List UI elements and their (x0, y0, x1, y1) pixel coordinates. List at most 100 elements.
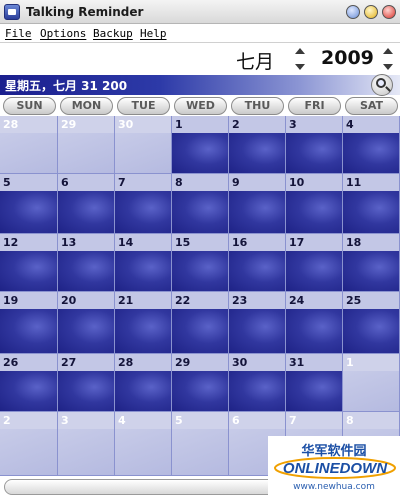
calendar-day-cell[interactable]: 5 (0, 174, 58, 234)
day-reminder-area[interactable] (172, 429, 228, 475)
day-reminder-area[interactable] (343, 309, 399, 353)
day-reminder-area[interactable] (229, 309, 285, 353)
calendar-day-cell[interactable]: 25 (343, 292, 400, 354)
day-reminder-area[interactable] (286, 191, 342, 233)
day-reminder-area[interactable] (0, 309, 57, 353)
year-up-arrow-icon[interactable] (383, 48, 393, 54)
calendar-day-cell[interactable]: 3 (58, 412, 115, 476)
calendar-day-cell[interactable]: 17 (286, 234, 343, 292)
year-spinner[interactable] (382, 48, 394, 70)
day-reminder-area[interactable] (58, 309, 114, 353)
calendar-day-cell[interactable]: 13 (58, 234, 115, 292)
close-button[interactable] (382, 5, 396, 19)
day-reminder-area[interactable] (58, 429, 114, 475)
calendar-day-cell[interactable]: 1 (172, 116, 229, 174)
calendar-day-cell[interactable]: 4 (115, 412, 172, 476)
zoom-button[interactable] (371, 74, 393, 96)
month-spinner[interactable] (294, 48, 306, 70)
day-reminder-area[interactable] (115, 309, 171, 353)
day-number: 14 (118, 236, 134, 249)
calendar-day-cell[interactable]: 30 (229, 354, 286, 412)
day-reminder-area[interactable] (115, 371, 171, 411)
horizontal-scrollbar[interactable] (4, 479, 304, 495)
day-reminder-area[interactable] (172, 191, 228, 233)
day-reminder-area[interactable] (58, 191, 114, 233)
day-reminder-area[interactable] (58, 251, 114, 291)
calendar-day-cell[interactable]: 28 (115, 354, 172, 412)
calendar-day-cell[interactable]: 9 (229, 174, 286, 234)
calendar-day-cell[interactable]: 6 (58, 174, 115, 234)
day-reminder-area[interactable] (115, 251, 171, 291)
day-reminder-area[interactable] (229, 251, 285, 291)
calendar-day-cell[interactable]: 12 (0, 234, 58, 292)
day-reminder-area[interactable] (343, 371, 399, 411)
day-reminder-area[interactable] (229, 371, 285, 411)
calendar-day-cell[interactable]: 29 (172, 354, 229, 412)
day-number: 26 (3, 356, 19, 369)
day-reminder-area[interactable] (172, 309, 228, 353)
day-reminder-area[interactable] (58, 371, 114, 411)
day-reminder-area[interactable] (172, 371, 228, 411)
calendar-day-cell[interactable]: 19 (0, 292, 58, 354)
calendar-day-cell[interactable]: 3 (286, 116, 343, 174)
maximize-button[interactable] (364, 5, 378, 19)
menu-options[interactable]: Options (40, 27, 86, 40)
calendar-day-cell[interactable]: 5 (172, 412, 229, 476)
calendar-day-cell[interactable]: 1 (343, 354, 400, 412)
calendar-day-cell[interactable]: 26 (0, 354, 58, 412)
calendar-day-cell[interactable]: 31 (286, 354, 343, 412)
day-number: 22 (175, 294, 191, 307)
menu-backup[interactable]: Backup (93, 27, 133, 40)
day-reminder-area[interactable] (115, 191, 171, 233)
menu-file[interactable]: File (5, 27, 32, 40)
calendar-day-cell[interactable]: 4 (343, 116, 400, 174)
day-number: 6 (232, 414, 240, 427)
day-reminder-area[interactable] (115, 429, 171, 475)
day-reminder-area[interactable] (286, 133, 342, 173)
day-reminder-area[interactable] (286, 309, 342, 353)
calendar-day-cell[interactable]: 15 (172, 234, 229, 292)
calendar-day-cell[interactable]: 16 (229, 234, 286, 292)
calendar-day-cell[interactable]: 21 (115, 292, 172, 354)
calendar-day-cell[interactable]: 23 (229, 292, 286, 354)
calendar-day-cell[interactable]: 7 (115, 174, 172, 234)
day-reminder-area[interactable] (343, 191, 399, 233)
day-reminder-area[interactable] (343, 251, 399, 291)
day-reminder-area[interactable] (115, 133, 171, 173)
calendar-day-cell[interactable]: 14 (115, 234, 172, 292)
calendar-day-cell[interactable]: 11 (343, 174, 400, 234)
calendar-day-cell[interactable]: 30 (115, 116, 172, 174)
day-reminder-area[interactable] (343, 133, 399, 173)
calendar-day-cell[interactable]: 20 (58, 292, 115, 354)
weekday-header-row: SUN MON TUE WED THU FRI SAT (0, 96, 400, 116)
year-down-arrow-icon[interactable] (383, 64, 393, 70)
day-reminder-area[interactable] (58, 133, 114, 173)
watermark-url: www.newhua.com (293, 482, 375, 492)
day-reminder-area[interactable] (286, 251, 342, 291)
day-reminder-area[interactable] (229, 191, 285, 233)
calendar-day-cell[interactable]: 22 (172, 292, 229, 354)
day-reminder-area[interactable] (0, 133, 57, 173)
day-reminder-area[interactable] (286, 371, 342, 411)
calendar-day-cell[interactable]: 18 (343, 234, 400, 292)
month-down-arrow-icon[interactable] (295, 64, 305, 70)
calendar-day-cell[interactable]: 2 (0, 412, 58, 476)
calendar-day-cell[interactable]: 2 (229, 116, 286, 174)
day-reminder-area[interactable] (0, 429, 57, 475)
month-up-arrow-icon[interactable] (295, 48, 305, 54)
day-reminder-area[interactable] (172, 133, 228, 173)
day-reminder-area[interactable] (172, 251, 228, 291)
day-reminder-area[interactable] (0, 251, 57, 291)
day-reminder-area[interactable] (229, 133, 285, 173)
day-reminder-area[interactable] (0, 371, 57, 411)
calendar-day-cell[interactable]: 24 (286, 292, 343, 354)
minimize-button[interactable] (346, 5, 360, 19)
calendar-day-cell[interactable]: 8 (172, 174, 229, 234)
menu-help[interactable]: Help (140, 27, 167, 40)
calendar-day-cell[interactable]: 28 (0, 116, 58, 174)
calendar-day-cell[interactable]: 29 (58, 116, 115, 174)
weekday-sun: SUN (3, 97, 56, 115)
calendar-day-cell[interactable]: 27 (58, 354, 115, 412)
day-reminder-area[interactable] (0, 191, 57, 233)
calendar-day-cell[interactable]: 10 (286, 174, 343, 234)
